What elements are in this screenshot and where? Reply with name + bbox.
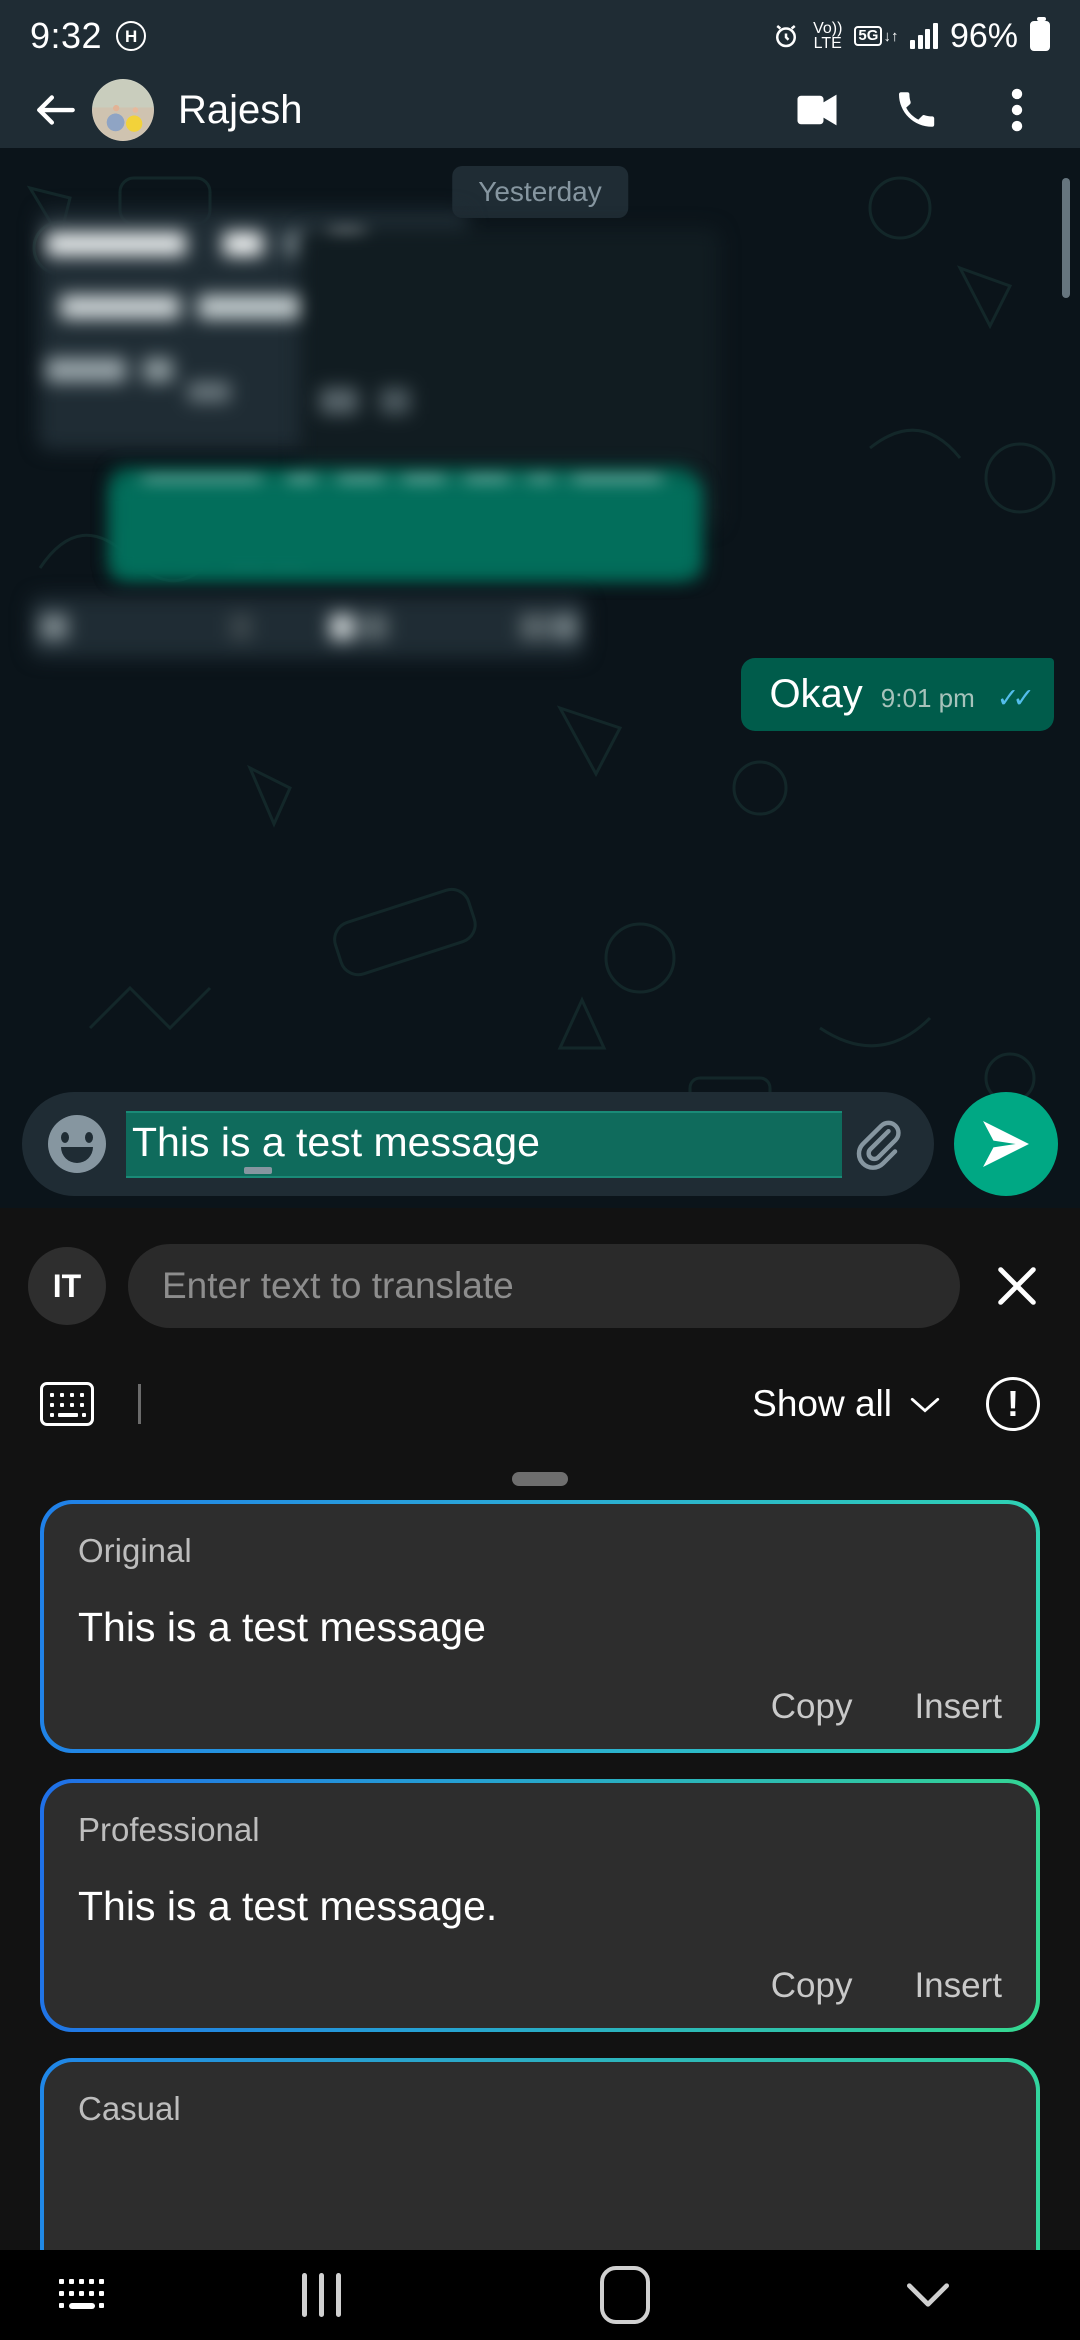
insert-button[interactable]: Insert [914,1966,1002,2006]
home-icon[interactable] [473,2266,776,2324]
5g-icon: 5G ↓↑ [854,26,898,46]
insert-button[interactable]: Insert [914,1687,1002,1727]
system-nav-bar [0,2250,1080,2340]
read-receipt-icon: ✓✓ [996,683,1035,713]
send-button[interactable] [954,1092,1058,1196]
emoji-icon[interactable] [48,1115,106,1173]
keyboard-switch-icon[interactable] [0,2275,170,2315]
phone-screen: 9:32 H Vo)) LTE 5G ↓↑ 96% Rajesh Yesterd… [0,0,1080,2340]
toolbar-divider [138,1384,141,1424]
suggestion-card-original[interactable]: Original This is a test message Copy Ins… [40,1500,1040,1753]
video-call-icon[interactable] [790,83,844,137]
show-all-button[interactable]: Show all [752,1383,942,1425]
translate-input[interactable]: Enter text to translate [128,1244,960,1328]
card-text: This is a test message. [78,1883,498,1929]
message-timestamp: 9:01 pm [880,683,975,713]
close-icon[interactable] [982,1251,1052,1321]
message-input[interactable]: This is a test message [126,1110,842,1178]
redacted-outgoing-bubble-2[interactable] [112,478,702,578]
card-label: Casual [78,2090,181,2127]
chevron-down-icon [908,1383,942,1425]
translate-toolbar: Show all ! [0,1358,1080,1450]
battery-icon [1030,17,1050,51]
status-bar: 9:32 H Vo)) LTE 5G ↓↑ 96% [0,0,1080,72]
language-chip[interactable]: IT [28,1247,106,1325]
card-actions: Copy Insert [78,1966,1002,2006]
card-label: Original [78,1532,192,1569]
card-body: Professional This is a test message. Cop… [44,1783,1036,2028]
card-text: This is a test message [78,1604,486,1650]
message-input-container[interactable]: This is a test message [22,1092,934,1196]
hide-keyboard-chevron-down-icon[interactable] [777,2278,1080,2312]
show-all-label: Show all [752,1383,892,1424]
card-body: Original This is a test message Copy Ins… [44,1504,1036,1749]
page-title[interactable]: Rajesh [178,88,303,133]
battery-percent: 96% [949,16,1018,55]
headset-circle-icon: H [116,21,147,51]
exclamation-circle-icon[interactable]: ! [986,1377,1040,1431]
message-composer: This is a test message [0,1080,1080,1208]
day-divider: Yesterday [452,166,628,218]
translate-input-row: IT Enter text to translate [0,1228,1080,1344]
message-text: Okay [769,672,863,716]
chat-scrollbar[interactable] [1062,178,1070,298]
recents-icon[interactable] [170,2273,473,2317]
suggestion-card-professional[interactable]: Professional This is a test message. Cop… [40,1779,1040,2032]
voice-call-icon[interactable] [890,83,944,137]
outgoing-message-bubble[interactable]: Okay 9:01 pm ✓✓ [741,658,1054,731]
chat-app-bar: Rajesh [0,72,1080,148]
suggestion-card-list: Original This is a test message Copy Ins… [0,1486,1080,2332]
status-clock: 9:32 [30,15,103,56]
copy-button[interactable]: Copy [771,1687,853,1727]
drag-handle[interactable] [512,1472,568,1486]
redacted-incoming-bubble-3[interactable] [30,596,586,658]
copy-button[interactable]: Copy [771,1966,853,2006]
status-bar-right: Vo)) LTE 5G ↓↑ 96% [771,17,1050,56]
card-actions: Copy Insert [78,1687,1002,1727]
more-options-icon[interactable] [990,83,1044,137]
signal-bars-icon [910,23,938,49]
avatar[interactable] [92,79,154,141]
app-bar-actions [790,83,1052,137]
volte-icon: Vo)) LTE [813,19,843,52]
chat-message-area[interactable]: Yesterday Okay 9:01 pm ✓✓ [0,148,1080,1208]
paperclip-icon[interactable] [848,1114,908,1174]
card-label: Professional [78,1811,260,1848]
toolbar-right: Show all ! [752,1377,1040,1431]
translate-panel: IT Enter text to translate Show all ! Or… [0,1208,1080,2332]
translate-input-placeholder: Enter text to translate [162,1265,514,1306]
status-bar-left: 9:32 H [30,15,147,57]
alarm-icon [771,21,801,51]
keyboard-icon[interactable] [40,1382,94,1426]
back-arrow-icon[interactable] [28,82,84,138]
